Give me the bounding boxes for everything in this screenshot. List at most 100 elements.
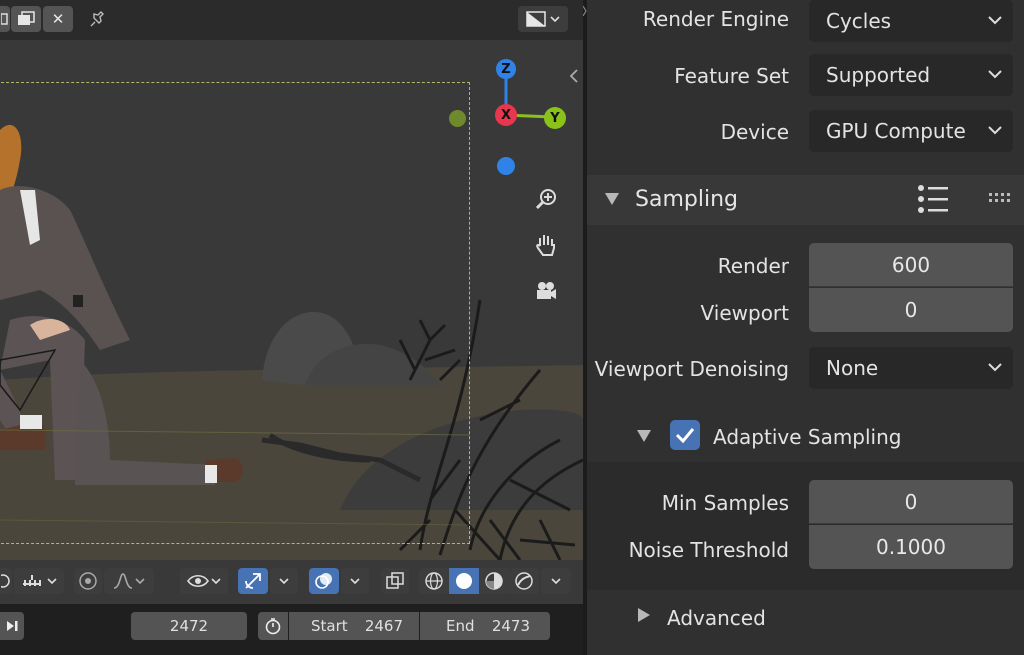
shading-wireframe-button[interactable]: [419, 568, 449, 594]
chevron-down-icon: [988, 16, 1002, 25]
jump-to-end-button[interactable]: [0, 612, 24, 640]
render-engine-dropdown[interactable]: Cycles: [809, 0, 1013, 42]
gizmo-y-axis[interactable]: Y: [544, 107, 566, 129]
snap-increment-icon: [23, 575, 41, 586]
end-frame-label: End: [446, 617, 475, 635]
render-samples-label: Render: [717, 254, 789, 278]
gizmo-toggle[interactable]: [238, 568, 268, 594]
shading-material-button[interactable]: [479, 568, 509, 594]
render-engine-value: Cycles: [826, 9, 892, 33]
sidebar-toggle-chevron-icon[interactable]: [568, 68, 580, 84]
close-icon: ✕: [51, 10, 65, 28]
min-samples-label: Min Samples: [661, 491, 789, 515]
shading-dropdown[interactable]: [541, 568, 571, 594]
material-sphere-icon: [485, 572, 503, 590]
start-frame-value: 2467: [364, 617, 403, 635]
adaptive-sampling-label: Adaptive Sampling: [713, 425, 902, 449]
proportional-icon: [79, 572, 97, 590]
zoom-icon[interactable]: [531, 184, 561, 214]
device-label: Device: [720, 120, 789, 144]
overlays-toggle[interactable]: [309, 568, 339, 594]
eye-icon: [187, 574, 209, 588]
viewport-samples-label: Viewport: [700, 301, 789, 325]
start-frame-label: Start: [311, 617, 348, 635]
chevron-down-icon: [350, 578, 360, 585]
render-samples-field[interactable]: 600: [809, 243, 1013, 287]
feature-set-value: Supported: [826, 63, 931, 87]
sampling-title: Sampling: [635, 187, 738, 212]
overlay-mode-dropdown[interactable]: [518, 6, 568, 32]
viewport-toolbar: [0, 560, 583, 604]
xray-toggle[interactable]: [381, 568, 409, 594]
expand-triangle-icon: [638, 608, 650, 622]
chevron-down-icon: [551, 578, 561, 585]
adaptive-sampling-checkbox[interactable]: [670, 420, 700, 450]
collapse-triangle-icon[interactable]: [636, 429, 652, 443]
chevron-down-icon: [211, 578, 221, 585]
stopwatch-icon: [265, 618, 281, 635]
chevron-down-icon: [988, 70, 1002, 79]
rendered-sphere-icon: [515, 572, 533, 590]
gizmo-x-axis[interactable]: X: [495, 104, 517, 126]
gizmo-dropdown[interactable]: [270, 568, 298, 594]
3d-viewport[interactable]: ✕ Z X Y 2472 Start 2467 End 2473: [0, 0, 583, 655]
device-value: GPU Compute: [826, 119, 966, 143]
gizmo-arrows-icon: [245, 573, 261, 589]
start-frame-field[interactable]: Start 2467: [289, 612, 419, 640]
gizmo-z-axis[interactable]: Z: [496, 59, 516, 79]
chevron-down-icon: [988, 126, 1002, 135]
shading-rendered-button[interactable]: [509, 568, 539, 594]
end-frame-value: 2473: [491, 617, 530, 635]
use-preview-range-toggle[interactable]: [258, 612, 288, 640]
pan-hand-icon[interactable]: [531, 230, 561, 260]
proportional-editing-toggle[interactable]: [74, 568, 102, 594]
snap-dropdown[interactable]: [14, 568, 64, 594]
advanced-subpanel-header[interactable]: Advanced: [587, 590, 1024, 645]
viewport-denoising-value: None: [826, 356, 879, 380]
collection-icon[interactable]: [0, 6, 10, 32]
visibility-dropdown[interactable]: [180, 568, 228, 594]
falloff-dropdown[interactable]: [104, 568, 154, 594]
presets-list-icon[interactable]: [917, 183, 951, 215]
noise-threshold-field[interactable]: 0.1000: [809, 525, 1013, 569]
collapse-triangle-icon: [605, 193, 619, 205]
jump-end-icon: [7, 621, 18, 631]
image-overlay-icon: [526, 11, 546, 27]
wireframe-sphere-icon: [425, 572, 443, 590]
min-samples-field[interactable]: 0: [809, 480, 1013, 524]
viewport-denoising-dropdown[interactable]: None: [809, 347, 1013, 389]
timeline-bar: 2472 Start 2467 End 2473: [0, 604, 583, 655]
noise-threshold-label: Noise Threshold: [628, 538, 789, 562]
viewport-samples-field[interactable]: 0: [809, 288, 1013, 332]
feature-set-label: Feature Set: [674, 64, 789, 88]
viewport-header: ✕: [0, 0, 583, 40]
copy-datablock-icon[interactable]: [11, 6, 41, 32]
overlays-icon: [315, 573, 332, 589]
properties-panel: Render Engine Cycles Feature Set Support…: [587, 0, 1024, 655]
camera-view-icon[interactable]: [531, 276, 561, 306]
gizmo-neg-z-axis[interactable]: [497, 157, 515, 175]
pin-icon[interactable]: [85, 6, 111, 32]
current-frame-field[interactable]: 2472: [131, 612, 247, 640]
drag-grip-icon[interactable]: [989, 193, 1015, 203]
render-engine-label: Render Engine: [642, 7, 789, 31]
overlays-dropdown[interactable]: [341, 568, 369, 594]
camera-frame: [0, 82, 470, 544]
pivot-icon[interactable]: [0, 568, 12, 594]
end-frame-field[interactable]: End 2473: [420, 612, 550, 640]
gizmo-neg-y-axis[interactable]: [449, 110, 466, 127]
falloff-curve-icon: [113, 573, 133, 589]
viewport-denoising-label: Viewport Denoising: [594, 357, 789, 381]
feature-set-dropdown[interactable]: Supported: [809, 54, 1013, 96]
chevron-down-icon: [47, 578, 57, 585]
sampling-panel-header[interactable]: Sampling: [587, 175, 1024, 225]
close-button[interactable]: ✕: [43, 6, 73, 32]
chevron-down-icon: [135, 578, 145, 585]
chevron-down-icon: [988, 363, 1002, 372]
solid-sphere-icon: [456, 573, 472, 589]
chevron-down-icon: [279, 578, 289, 585]
device-dropdown[interactable]: GPU Compute: [809, 110, 1013, 152]
xray-icon: [386, 572, 404, 589]
advanced-label: Advanced: [667, 606, 766, 630]
shading-solid-button[interactable]: [449, 568, 479, 594]
